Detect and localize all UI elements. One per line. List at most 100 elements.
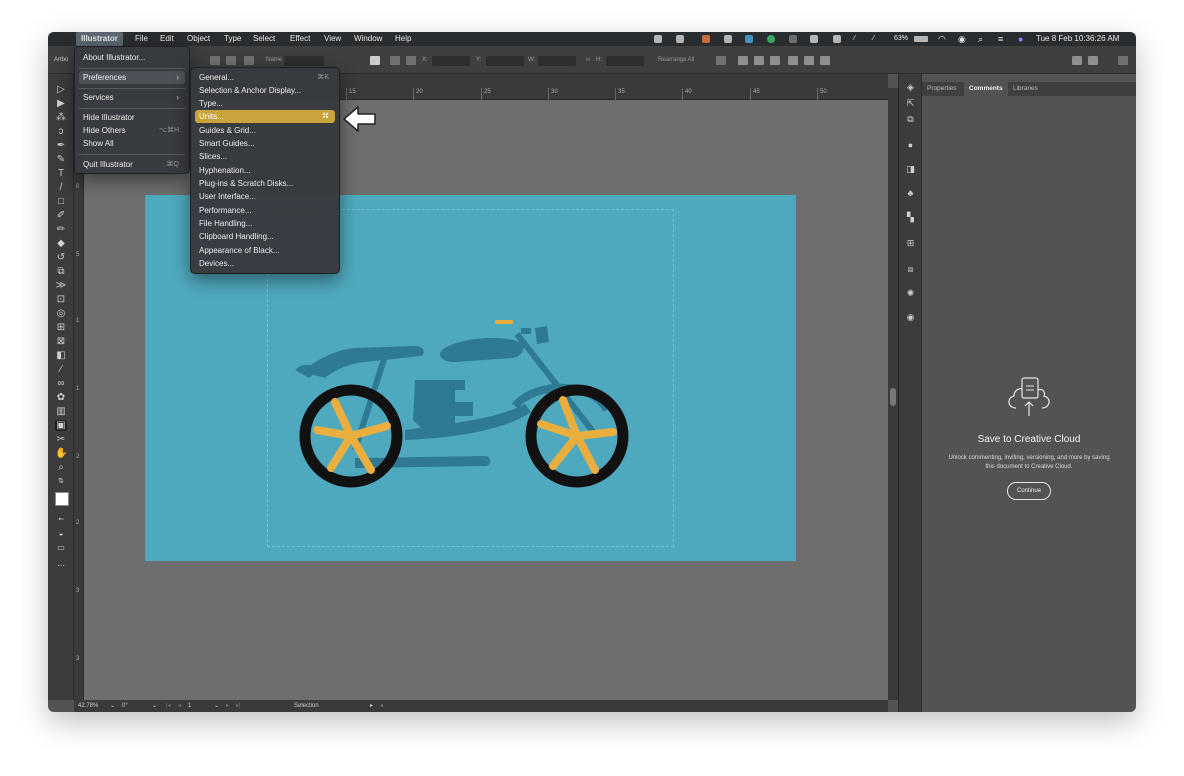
artboard-tool-icon[interactable]: ▣ <box>55 420 67 431</box>
pref-general[interactable]: General... ⌘K <box>195 71 335 84</box>
draw-mode-icon[interactable]: ◒ <box>55 528 67 539</box>
artboard-dropdown-icon[interactable]: ⌄ <box>214 700 219 712</box>
link-icon[interactable]: ∞ <box>586 57 590 63</box>
align-right-icon[interactable] <box>770 56 780 65</box>
artboard-name-field[interactable] <box>284 56 324 66</box>
color-icon[interactable]: ● <box>905 140 916 150</box>
status-app-icon[interactable] <box>745 35 753 43</box>
display-icon[interactable] <box>810 35 818 43</box>
free-transform-tool-icon[interactable]: ⊡ <box>55 294 67 305</box>
type-tool-icon[interactable]: T <box>55 168 67 179</box>
mute-icon[interactable]: ⁄ <box>854 32 855 46</box>
pref-user-interface[interactable]: User Interface... <box>195 190 335 203</box>
appearance-icon[interactable]: ✺ <box>905 288 916 298</box>
shaper-tool-icon[interactable]: ✏ <box>55 224 67 235</box>
artboard-options-icon[interactable] <box>390 56 400 65</box>
h-field[interactable] <box>606 56 644 66</box>
zoom-tool-icon[interactable]: ⌕ <box>55 462 67 473</box>
user-icon[interactable]: ◉ <box>958 32 966 46</box>
slice-tool-icon[interactable]: ✂ <box>55 434 67 445</box>
pref-clipboard[interactable]: Clipboard Handling... <box>195 230 335 243</box>
layers-icon[interactable]: ◈ <box>905 82 916 92</box>
status-app-icon[interactable] <box>654 35 662 43</box>
continue-button[interactable]: Continue <box>1007 482 1051 500</box>
column-graph-tool-icon[interactable]: ▥ <box>55 406 67 417</box>
export-icon[interactable]: ⇱ <box>905 98 916 108</box>
menu-window[interactable]: Window <box>349 32 387 46</box>
fill-swatch[interactable] <box>55 492 69 506</box>
pref-smart-guides[interactable]: Smart Guides... <box>195 137 335 150</box>
siri-icon[interactable]: ● <box>1018 32 1023 46</box>
tab-libraries[interactable]: Libraries <box>1008 82 1043 96</box>
pref-units[interactable]: Units... ⌘ <box>195 110 335 123</box>
lasso-tool-icon[interactable]: ↄ <box>55 126 67 137</box>
zoom-level[interactable]: 42.78% <box>78 700 98 712</box>
status-app-icon[interactable] <box>789 35 797 43</box>
pref-hyphenation[interactable]: Hyphenation... <box>195 164 335 177</box>
move-artwork-icon[interactable] <box>370 56 380 65</box>
pref-type[interactable]: Type... <box>195 97 335 110</box>
pref-devices[interactable]: Devices... <box>195 257 335 270</box>
artboards-icon[interactable]: ⧉ <box>905 114 916 124</box>
menu-item-hide-illustrator[interactable]: Hide Illustrator <box>79 111 185 124</box>
width-tool-icon[interactable]: ≫ <box>55 280 67 291</box>
pref-guides-grid[interactable]: Guides & Grid... <box>195 124 335 137</box>
shape-builder-tool-icon[interactable]: ◎ <box>55 308 67 319</box>
status-app-icon[interactable] <box>702 35 710 43</box>
menu-view[interactable]: View <box>319 32 346 46</box>
blend-tool-icon[interactable]: ∞ <box>55 378 67 389</box>
gradient-tool-icon[interactable]: ◧ <box>55 350 67 361</box>
eyedropper-tool-icon[interactable]: ⁄ <box>55 364 67 375</box>
gradient-icon[interactable]: ◨ <box>905 164 916 174</box>
status-app-icon[interactable] <box>767 35 775 43</box>
perspective-grid-tool-icon[interactable]: ⊞ <box>55 322 67 333</box>
menu-select[interactable]: Select <box>248 32 280 46</box>
align-top-icon[interactable] <box>788 56 798 65</box>
menu-illustrator[interactable]: Illustrator <box>76 32 123 46</box>
rotation-value[interactable]: 0° <box>122 700 128 712</box>
mute-icon[interactable]: ⁄ <box>873 32 874 46</box>
transform-icon[interactable]: ⧈ <box>905 264 916 274</box>
stroke-icon[interactable]: ◉ <box>905 312 916 322</box>
hand-tool-icon[interactable]: ✋ <box>55 448 67 459</box>
search-icon[interactable]: ⌕ <box>978 32 983 46</box>
menu-item-services[interactable]: Services › <box>79 91 185 104</box>
symbol-sprayer-tool-icon[interactable]: ✿ <box>55 392 67 403</box>
next-artboard-icon[interactable]: ▸ <box>226 700 229 712</box>
tab-properties[interactable]: Properties <box>922 82 962 96</box>
align-left-icon[interactable] <box>738 56 748 65</box>
menu-help[interactable]: Help <box>390 32 416 46</box>
menu-type[interactable]: Type <box>219 32 246 46</box>
color-mode-icon[interactable]: ▪▫ <box>55 514 67 525</box>
last-artboard-icon[interactable]: ▸| <box>236 700 241 712</box>
mesh-tool-icon[interactable]: ⊠ <box>55 336 67 347</box>
delete-artboard-icon[interactable] <box>244 56 254 65</box>
vertical-scrollbar[interactable] <box>888 88 898 700</box>
keyboard-input-icon[interactable] <box>833 35 841 43</box>
menu-item-about[interactable]: About Illustrator... <box>79 51 185 64</box>
scroll-left-icon[interactable]: ◂ <box>380 700 383 712</box>
workspace-switcher-icon[interactable] <box>1088 56 1098 65</box>
selection-tool-icon[interactable]: ▷ <box>55 84 67 95</box>
w-field[interactable] <box>538 56 576 66</box>
tab-comments[interactable]: Comments <box>964 82 1008 96</box>
pref-performance[interactable]: Performance... <box>195 204 335 217</box>
rearrange-all-button[interactable]: Rearrange All <box>658 57 694 63</box>
scale-tool-icon[interactable]: ⧉ <box>55 266 67 277</box>
menu-item-hide-others[interactable]: Hide Others ⌥⌘H <box>79 124 185 137</box>
curvature-tool-icon[interactable]: ✎ <box>55 154 67 165</box>
menu-item-preferences[interactable]: Preferences › <box>79 71 185 84</box>
pref-file-handling[interactable]: File Handling... <box>195 217 335 230</box>
graphic-styles-icon[interactable]: ▚ <box>905 212 916 222</box>
artboard-number[interactable]: 1 <box>188 700 191 712</box>
eraser-tool-icon[interactable]: ◆ <box>55 238 67 249</box>
scrollbar-thumb[interactable] <box>890 388 896 406</box>
symbols-icon[interactable]: ♣ <box>905 188 916 198</box>
control-center-icon[interactable]: ≡ <box>998 32 1003 46</box>
line-tool-icon[interactable]: / <box>55 182 67 193</box>
rectangle-tool-icon[interactable]: □ <box>55 196 67 207</box>
status-app-icon[interactable] <box>676 35 684 43</box>
swap-colors-icon[interactable]: ⇅ <box>55 476 67 487</box>
status-menu-icon[interactable]: ▸ <box>370 700 373 712</box>
artboard-preset-icon[interactable] <box>210 56 220 65</box>
